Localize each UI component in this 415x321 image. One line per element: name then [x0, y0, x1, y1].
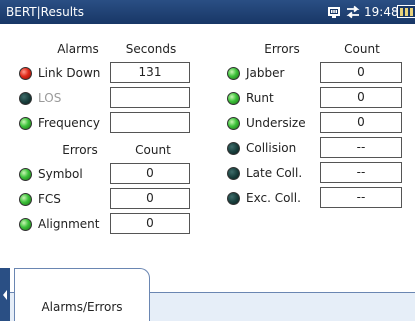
- seconds-header: Seconds: [125, 42, 177, 56]
- alarm-seconds-field: 131: [110, 62, 190, 83]
- status-led-green-icon: [19, 193, 32, 206]
- error-label: FCS: [38, 192, 61, 206]
- error-count-field: 0: [320, 87, 402, 108]
- sync-icon[interactable]: [345, 4, 361, 20]
- status-led-off-icon: [19, 92, 32, 105]
- error-count-field: --: [320, 187, 402, 208]
- error-label: Late Coll.: [246, 166, 303, 180]
- errors-header-left: Errors: [62, 143, 98, 157]
- status-led-green-icon: [227, 92, 240, 105]
- status-led-off-icon: [227, 142, 240, 155]
- chevron-left-icon: [3, 289, 7, 300]
- status-led-green-icon: [227, 117, 240, 130]
- status-led-green-icon: [19, 168, 32, 181]
- error-count-field: 0: [320, 112, 402, 133]
- status-led-green-icon: [227, 67, 240, 80]
- status-led-off-icon: [227, 192, 240, 205]
- title-bar: BERT|Results 19:48: [0, 0, 415, 24]
- battery-icon: [397, 5, 415, 18]
- alarm-seconds-field: [110, 112, 190, 133]
- alarm-label: LOS: [38, 91, 62, 105]
- error-count-field: 0: [110, 188, 190, 209]
- count-header-right: Count: [344, 42, 380, 56]
- error-count-field: 0: [110, 213, 190, 234]
- alarm-seconds-field: [110, 87, 190, 108]
- error-label: Symbol: [38, 167, 83, 181]
- tab-label: Alarms/Errors: [41, 300, 123, 314]
- error-label: Undersize: [246, 116, 306, 130]
- error-label: Jabber: [246, 66, 285, 80]
- alarm-label: Frequency: [38, 116, 100, 130]
- error-count-field: --: [320, 137, 402, 158]
- status-led-red-icon: [19, 67, 32, 80]
- status-led-green-icon: [19, 218, 32, 231]
- alarm-label: Link Down: [38, 66, 101, 80]
- network-icon[interactable]: [326, 4, 342, 20]
- alarms-header: Alarms: [57, 42, 99, 56]
- error-label: Exc. Coll.: [246, 191, 301, 205]
- error-label: Collision: [246, 141, 297, 155]
- errors-header-right: Errors: [264, 42, 300, 56]
- error-label: Alignment: [38, 217, 100, 231]
- status-led-off-icon: [227, 167, 240, 180]
- error-count-field: 0: [110, 163, 190, 184]
- tab-scroll-left-button[interactable]: [0, 268, 10, 321]
- count-header-left: Count: [135, 143, 171, 157]
- error-count-field: 0: [320, 62, 402, 83]
- error-count-field: --: [320, 162, 402, 183]
- tab-alarms-errors[interactable]: Alarms/Errors: [14, 268, 150, 321]
- status-led-green-icon: [19, 117, 32, 130]
- error-label: Runt: [246, 91, 274, 105]
- clock-time: 19:48: [364, 5, 399, 19]
- window-title: BERT|Results: [6, 5, 84, 19]
